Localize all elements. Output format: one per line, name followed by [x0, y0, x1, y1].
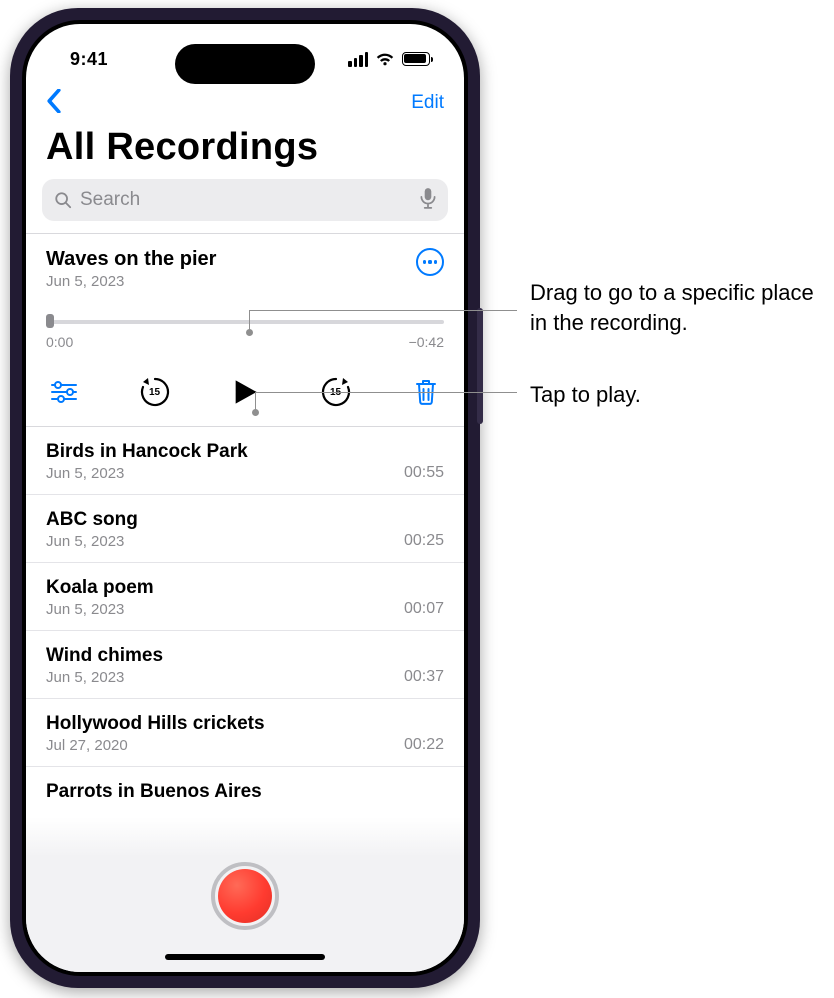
- playback-scrubber[interactable]: [46, 314, 444, 328]
- item-title: ABC song: [46, 509, 138, 531]
- item-title: Wind chimes: [46, 645, 163, 667]
- search-input[interactable]: Search: [42, 179, 448, 221]
- callout-scrubber: Drag to go to a specific place in the re…: [530, 278, 830, 337]
- list-item[interactable]: ABC song Jun 5, 2023 00:25: [26, 495, 464, 563]
- recordings-list: Birds in Hancock Park Jun 5, 2023 00:55 A…: [26, 427, 464, 803]
- leader-line: [249, 310, 517, 311]
- back-button[interactable]: [46, 89, 62, 118]
- item-duration: 00:07: [404, 600, 444, 618]
- more-options-button[interactable]: [416, 248, 444, 276]
- expanded-recording: Waves on the pier Jun 5, 2023 0:00 −0:42: [26, 234, 464, 427]
- time-labels: 0:00 −0:42: [46, 334, 444, 350]
- dynamic-island: [175, 44, 315, 84]
- leader-line: [255, 392, 256, 410]
- callout-play: Tap to play.: [530, 380, 790, 410]
- home-indicator[interactable]: [165, 954, 325, 960]
- item-title: Koala poem: [46, 577, 154, 599]
- list-item[interactable]: Birds in Hancock Park Jun 5, 2023 00:55: [26, 427, 464, 495]
- item-duration: 00:22: [404, 736, 444, 754]
- skip-back-amount: 15: [138, 375, 172, 409]
- nav-bar: Edit: [26, 82, 464, 124]
- item-duration: 00:25: [404, 532, 444, 550]
- options-slider-button[interactable]: [46, 374, 82, 410]
- playback-controls: 15 15: [46, 374, 444, 416]
- item-date: Jun 5, 2023: [46, 533, 138, 550]
- record-button[interactable]: [211, 862, 279, 930]
- item-title: Hollywood Hills crickets: [46, 713, 265, 735]
- dictate-button[interactable]: [420, 187, 436, 214]
- wifi-icon: [375, 52, 395, 67]
- item-duration: 00:55: [404, 464, 444, 482]
- leader-dot: [246, 329, 253, 336]
- list-item[interactable]: Koala poem Jun 5, 2023 00:07: [26, 563, 464, 631]
- item-date: Jun 5, 2023: [46, 465, 248, 482]
- skip-back-15-button[interactable]: 15: [138, 375, 172, 409]
- side-button: [477, 308, 483, 424]
- item-title: Parrots in Buenos Aires: [46, 781, 444, 803]
- record-footer: [26, 817, 464, 972]
- scrubber-track: [46, 320, 444, 324]
- search-icon: [54, 191, 72, 209]
- item-duration: 00:37: [404, 668, 444, 686]
- item-date: Jun 5, 2023: [46, 601, 154, 618]
- list-item[interactable]: Hollywood Hills crickets Jul 27, 2020 00:…: [26, 699, 464, 767]
- search-wrap: Search: [26, 179, 464, 229]
- iphone-frame: 9:41 Edit All Recordings Search: [10, 8, 480, 988]
- scrubber-thumb[interactable]: [46, 314, 54, 328]
- leader-line: [249, 310, 250, 330]
- recording-date: Jun 5, 2023: [46, 273, 216, 290]
- item-title: Birds in Hancock Park: [46, 441, 248, 463]
- search-placeholder: Search: [80, 189, 412, 211]
- bezel: 9:41 Edit All Recordings Search: [22, 20, 468, 976]
- status-indicators: [348, 52, 430, 67]
- elapsed-time: 0:00: [46, 334, 73, 350]
- edit-button[interactable]: Edit: [411, 92, 444, 114]
- leader-line: [255, 392, 517, 393]
- cellular-icon: [348, 52, 368, 67]
- leader-dot: [252, 409, 259, 416]
- item-date: Jul 27, 2020: [46, 737, 265, 754]
- page-title: All Recordings: [26, 124, 464, 179]
- list-item[interactable]: Wind chimes Jun 5, 2023 00:37: [26, 631, 464, 699]
- screen: 9:41 Edit All Recordings Search: [26, 24, 464, 972]
- item-date: Jun 5, 2023: [46, 669, 163, 686]
- battery-icon: [402, 52, 430, 66]
- recording-title: Waves on the pier: [46, 248, 216, 271]
- remaining-time: −0:42: [409, 334, 444, 350]
- list-item-partial[interactable]: Parrots in Buenos Aires: [26, 767, 464, 803]
- status-time: 9:41: [70, 49, 108, 70]
